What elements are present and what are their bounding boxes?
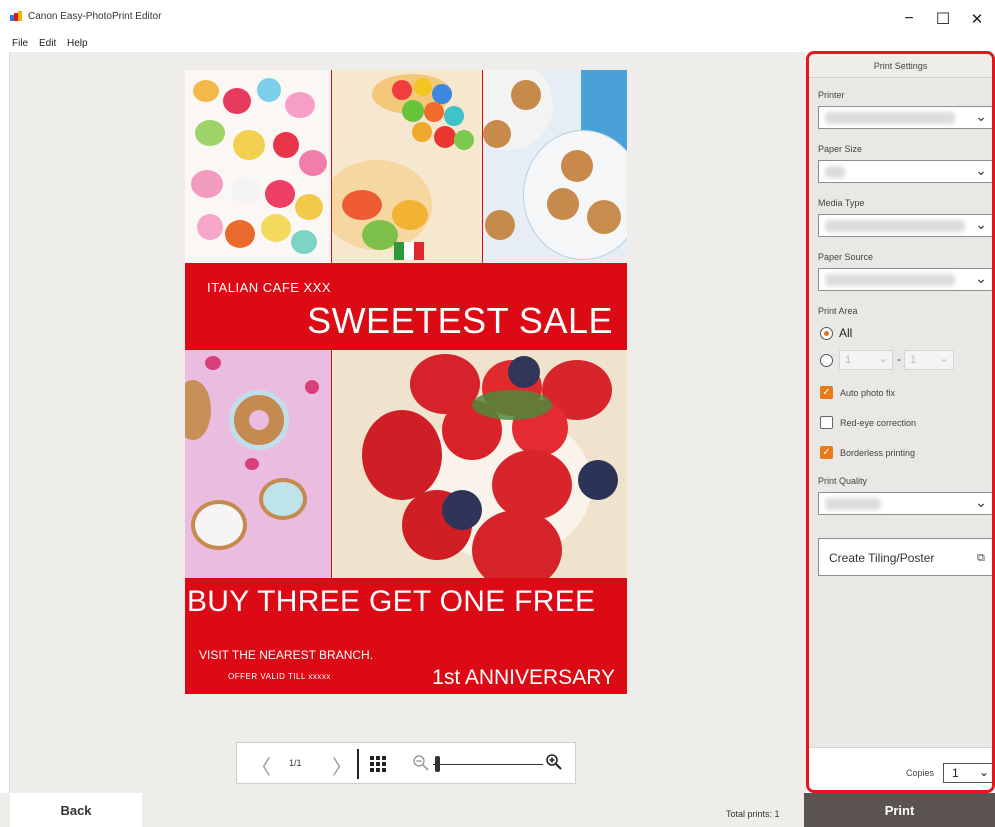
copies-label: Copies (906, 768, 935, 778)
next-page-button[interactable]: 〉 (332, 751, 352, 780)
create-tiling-poster-label: Create Tiling/Poster (829, 551, 935, 565)
back-button[interactable]: Back (10, 793, 142, 827)
chevron-down-icon: ⌄ (975, 270, 987, 286)
paper-source-label: Paper Source (818, 252, 874, 262)
grid-view-icon[interactable] (370, 756, 386, 772)
chevron-down-icon: ⌄ (975, 494, 987, 510)
page-zoom-toolbar: 〈 1/1 〉 (236, 742, 576, 784)
strawberry-cake-photo (332, 350, 627, 578)
close-button[interactable]: ✕ (962, 6, 992, 32)
menu-help[interactable]: Help (67, 38, 88, 49)
range-from-select[interactable]: 1 ⌄ (839, 350, 893, 370)
print-settings-panel: Print Settings Printer ⌄ Paper Size ⌄ Me… (806, 51, 995, 793)
bottom-bar: Back Total prints: 1 Print (0, 793, 995, 827)
poster-anniversary-text: 1st ANNIVERSARY (432, 666, 615, 689)
auto-photo-fix-checkbox[interactable]: ✓ (820, 386, 833, 399)
media-type-select[interactable]: ⌄ (818, 214, 992, 237)
red-eye-label: Red-eye correction (840, 418, 917, 428)
app-logo-icon (10, 11, 22, 21)
total-prints-label: Total prints: 1 (726, 809, 780, 819)
poster-preview[interactable]: ITALIAN CAFE XXX SWEETEST SALE BUY THREE… (185, 70, 627, 694)
menu-bar: File Edit Help (0, 36, 995, 52)
print-area-range-radio[interactable] (820, 354, 833, 367)
heart-cookies-photo (185, 350, 331, 578)
print-quality-label: Print Quality (818, 476, 868, 486)
print-area-label: Print Area (818, 306, 858, 316)
cookie-photo (483, 70, 627, 263)
range-separator: - (897, 352, 901, 366)
borderless-label: Borderless printing (840, 448, 916, 458)
menu-edit[interactable]: Edit (39, 38, 56, 49)
zoom-in-icon[interactable] (545, 753, 563, 771)
app-title: Canon Easy-PhotoPrint Editor (28, 11, 162, 22)
borderless-checkbox[interactable]: ✓ (820, 446, 833, 459)
toolbar-separator (357, 749, 359, 779)
zoom-slider-handle[interactable] (435, 756, 440, 772)
chevron-down-icon: ⌄ (975, 108, 987, 124)
paper-source-select[interactable]: ⌄ (818, 268, 992, 291)
printer-select[interactable]: ⌄ (818, 106, 992, 129)
printer-label: Printer (818, 90, 845, 100)
zoom-slider-track[interactable] (433, 764, 543, 765)
minimize-button[interactable]: − (894, 6, 924, 32)
copies-value: 1 (952, 766, 959, 780)
auto-photo-fix-label: Auto photo fix (840, 388, 896, 398)
poster-headline: SWEETEST SALE (307, 300, 613, 341)
gummy-candy-photo (332, 70, 482, 263)
print-area-all-label: All (839, 326, 853, 340)
copies-select[interactable]: 1 ⌄ (943, 763, 992, 783)
red-eye-checkbox[interactable] (820, 416, 833, 429)
settings-footer: Copies 1 ⌄ (809, 747, 992, 790)
chevron-down-icon: ⌄ (978, 765, 989, 779)
range-to-select[interactable]: 1 ⌄ (904, 350, 954, 370)
open-window-icon: ⧉ (977, 552, 985, 564)
print-area-all-radio[interactable] (820, 327, 833, 340)
poster-cafe-text: ITALIAN CAFE XXX (207, 280, 332, 295)
paper-size-select[interactable]: ⌄ (818, 160, 992, 183)
chevron-down-icon: ⌄ (975, 216, 987, 232)
page-indicator: 1/1 (289, 758, 302, 768)
poster-promo: BUY THREE GET ONE FREE (187, 585, 596, 618)
chevron-down-icon: ⌄ (975, 162, 987, 178)
print-settings-header: Print Settings (809, 54, 992, 78)
poster-offer-text: OFFER VALID TILL xxxxx (228, 672, 331, 681)
maximize-button[interactable]: ☐ (928, 6, 958, 32)
poster-visit-text: VISIT THE NEAREST BRANCH. (199, 648, 374, 662)
print-quality-select[interactable]: ⌄ (818, 492, 992, 515)
paper-size-label: Paper Size (818, 144, 863, 154)
menu-file[interactable]: File (12, 38, 28, 49)
zoom-out-icon[interactable] (412, 754, 430, 772)
media-type-label: Media Type (818, 198, 865, 208)
candy-photo (185, 70, 331, 263)
previous-page-button[interactable]: 〈 (251, 751, 271, 780)
create-tiling-poster-button[interactable]: Create Tiling/Poster ⧉ (818, 538, 992, 576)
print-button[interactable]: Print (804, 793, 995, 827)
title-bar: Canon Easy-PhotoPrint Editor − ☐ ✕ (0, 0, 995, 36)
